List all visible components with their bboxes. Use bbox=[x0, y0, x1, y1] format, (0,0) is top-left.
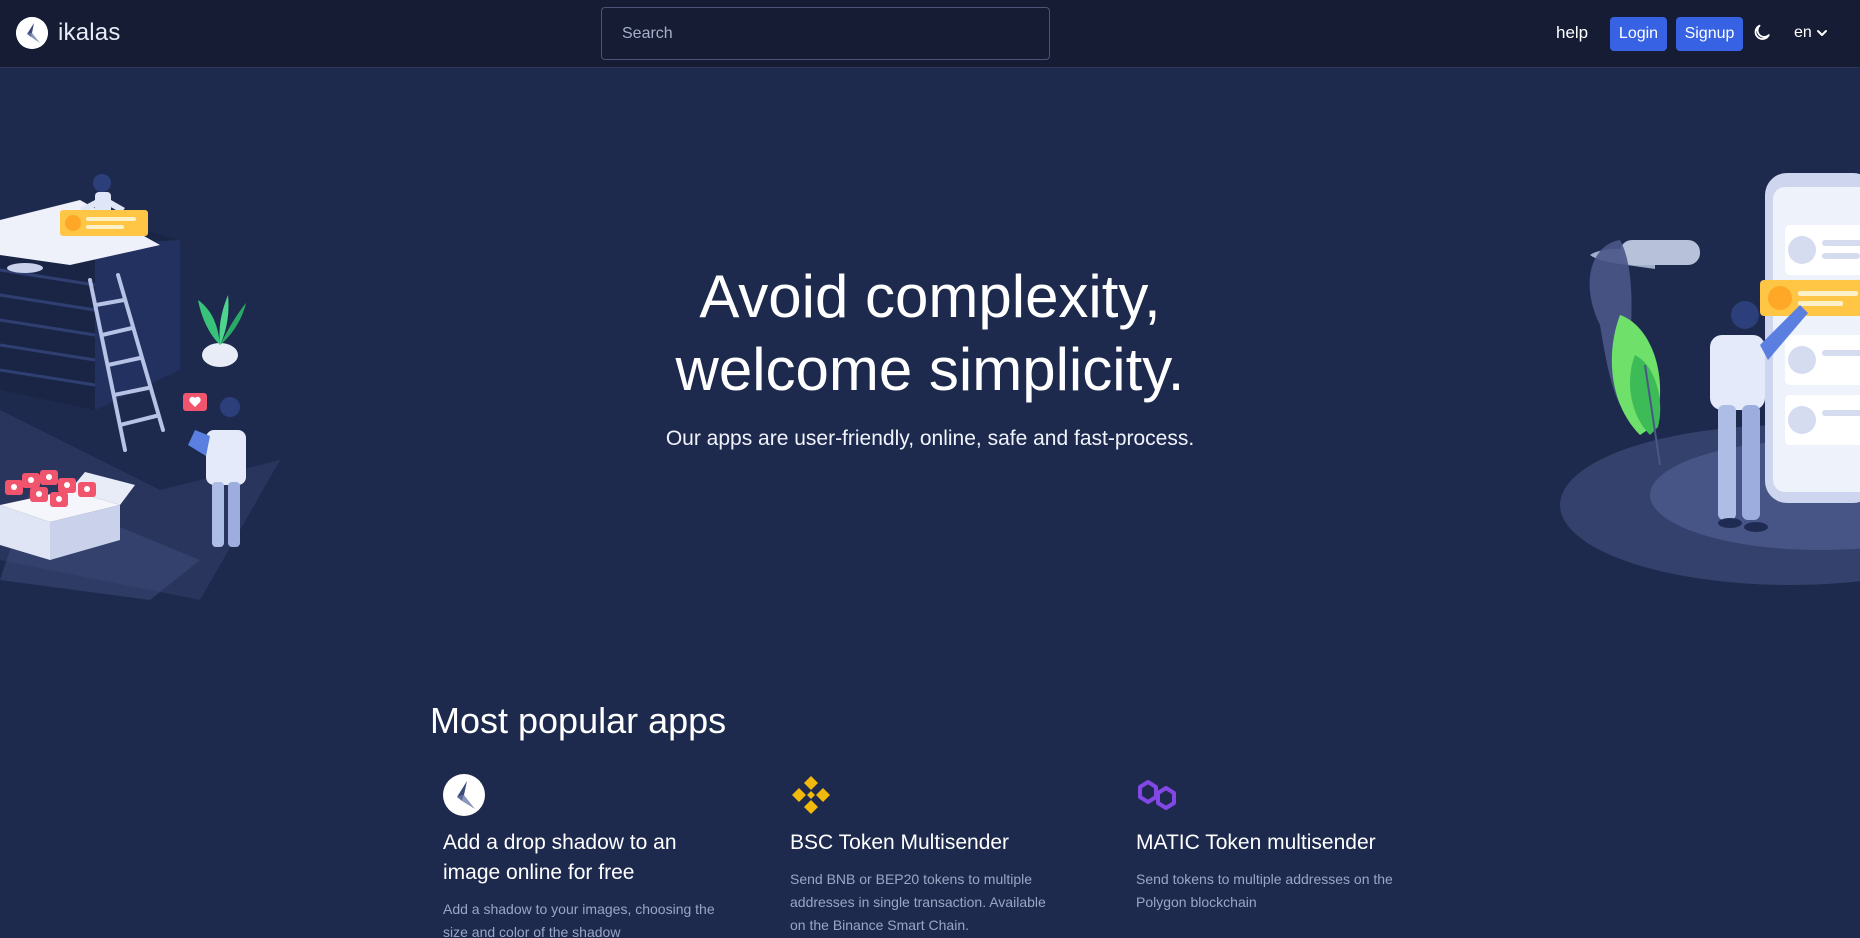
brand-link[interactable]: ikalas bbox=[16, 17, 121, 49]
dark-mode-toggle-icon[interactable] bbox=[1754, 22, 1774, 42]
hero-title: Avoid complexity, welcome simplicity. bbox=[0, 260, 1860, 406]
app-card-description: Send BNB or BEP20 tokens to multiple add… bbox=[790, 871, 1046, 933]
hero-title-line-1: Avoid complexity, bbox=[699, 263, 1161, 330]
app-card-matic-multisender[interactable]: MATIC Token multisender Send tokens to m… bbox=[1136, 774, 1426, 914]
app-card-description: Send tokens to multiple addresses on the… bbox=[1136, 871, 1393, 910]
app-card-bsc-multisender[interactable]: BSC Token Multisender Send BNB or BEP20 … bbox=[790, 774, 1080, 937]
help-link[interactable]: help bbox=[1556, 23, 1588, 43]
top-navbar: ikalas help Login Signup en bbox=[0, 0, 1860, 68]
brand-name: ikalas bbox=[58, 19, 121, 46]
language-selector[interactable]: en bbox=[1794, 24, 1828, 42]
ikalas-logo-icon bbox=[16, 17, 48, 49]
login-button[interactable]: Login bbox=[1610, 17, 1667, 51]
polygon-icon bbox=[1138, 780, 1176, 810]
app-card-title[interactable]: MATIC Token multisender bbox=[1136, 828, 1426, 858]
language-label: en bbox=[1794, 24, 1812, 41]
search-input[interactable] bbox=[601, 7, 1050, 60]
popular-apps-heading: Most popular apps bbox=[430, 700, 727, 741]
hero-subtitle: Our apps are user-friendly, online, safe… bbox=[665, 427, 1195, 450]
app-card-title[interactable]: BSC Token Multisender bbox=[790, 828, 1080, 858]
app-card-title[interactable]: Add a drop shadow to an image online for… bbox=[443, 828, 733, 888]
signup-button[interactable]: Signup bbox=[1676, 17, 1743, 51]
binance-icon bbox=[792, 776, 830, 814]
hero-title-line-2: welcome simplicity. bbox=[675, 336, 1185, 403]
chevron-down-icon bbox=[1816, 30, 1827, 36]
app-card-description: Add a shadow to your images, choosing th… bbox=[443, 901, 715, 938]
ikalas-logo-icon bbox=[443, 774, 485, 816]
app-card-drop-shadow[interactable]: Add a drop shadow to an image online for… bbox=[443, 774, 733, 938]
